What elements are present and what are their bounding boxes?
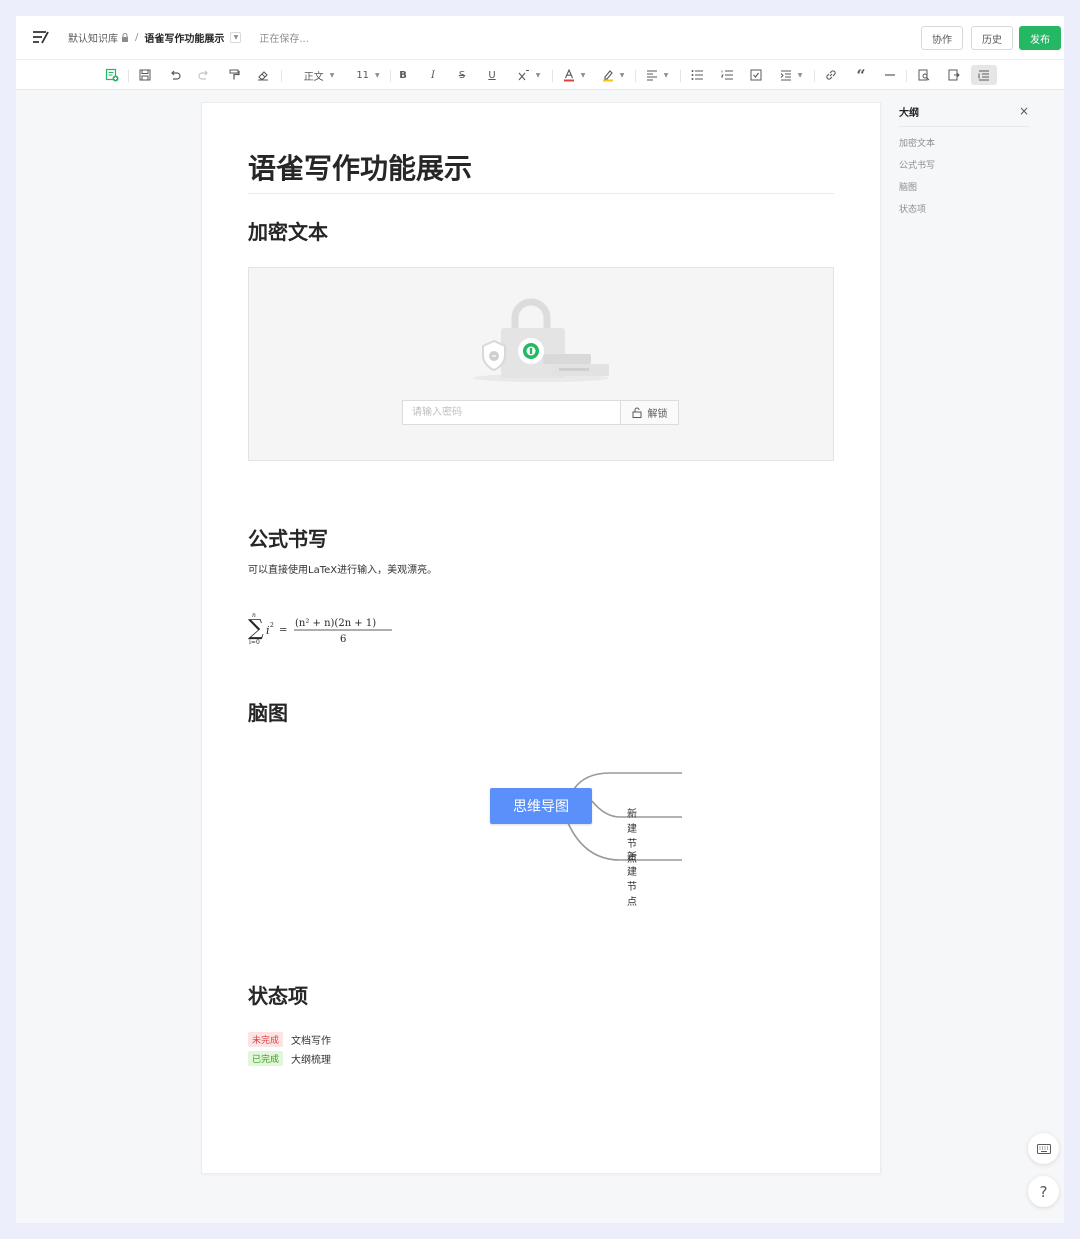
- breadcrumb-separator: /: [135, 32, 139, 43]
- underline-icon[interactable]: U: [484, 65, 500, 85]
- outline-divider: [899, 126, 1029, 127]
- chevron-down-icon: ▼: [375, 71, 380, 79]
- save-status: 正在保存...: [259, 34, 309, 45]
- unlock-icon: [632, 407, 641, 418]
- svg-text:6: 6: [340, 634, 346, 645]
- document-title[interactable]: 语雀写作功能展示: [248, 147, 472, 187]
- status-badge[interactable]: 未完成: [248, 1032, 284, 1047]
- breadcrumb: 默认知识库 / 语雀写作功能展示 ▼ 正在保存...: [68, 30, 309, 45]
- doc-menu-chevron-down-icon[interactable]: ▼: [230, 32, 242, 43]
- editor-toolbar: 正文 ▼ 11 ▼ B I S U ▼ ▼ ▼ ▼ ▼ “: [16, 59, 1064, 90]
- paragraph-style-select[interactable]: 正文 ▼: [297, 65, 341, 85]
- divider-icon[interactable]: [882, 65, 898, 85]
- menu-logo-icon[interactable]: [32, 29, 50, 45]
- chevron-down-icon: ▼: [580, 71, 586, 79]
- top-header: 默认知识库 / 语雀写作功能展示 ▼ 正在保存... 协作 历史 发布: [16, 16, 1064, 59]
- svg-text:i: i: [266, 624, 270, 637]
- collab-button[interactable]: 协作: [921, 26, 963, 50]
- status-badge[interactable]: 已完成: [248, 1051, 284, 1066]
- ordered-list-icon[interactable]: [719, 65, 735, 85]
- export-icon[interactable]: [946, 65, 962, 85]
- svg-text:∑: ∑: [248, 616, 264, 641]
- heading-encrypt[interactable]: 加密文本: [248, 216, 328, 245]
- chevron-down-icon: ▼: [535, 71, 541, 79]
- link-icon[interactable]: [823, 65, 839, 85]
- font-color-icon[interactable]: ▼: [559, 65, 589, 85]
- app-frame: 默认知识库 / 语雀写作功能展示 ▼ 正在保存... 协作 历史 发布 正文 ▼…: [16, 16, 1064, 1223]
- outline-panel: 大纲 × 加密文本 公式书写 脑图 状态项: [899, 102, 1029, 215]
- align-icon[interactable]: ▼: [642, 65, 672, 85]
- unlock-button[interactable]: 解锁: [620, 400, 679, 425]
- chevron-down-icon: ▼: [797, 71, 803, 79]
- breadcrumb-doc-title[interactable]: 语雀写作功能展示: [144, 30, 224, 45]
- bullet-list-icon[interactable]: [689, 65, 705, 85]
- font-size-select[interactable]: 11 ▼: [354, 65, 382, 85]
- outline-item[interactable]: 公式书写: [899, 158, 1029, 171]
- font-size-label: 11: [356, 69, 370, 81]
- outline-item[interactable]: 状态项: [899, 202, 1029, 215]
- undo-icon[interactable]: [167, 65, 183, 85]
- bold-icon[interactable]: B: [395, 65, 411, 85]
- encrypted-lock-illustration-icon: [473, 298, 609, 382]
- superscript-icon[interactable]: ▼: [513, 65, 545, 85]
- svg-text:i=0: i=0: [249, 639, 260, 646]
- unlock-button-label: 解锁: [647, 409, 668, 420]
- chevron-down-icon: ▼: [329, 71, 335, 79]
- chevron-down-icon: ▼: [619, 71, 625, 79]
- breadcrumb-repo[interactable]: 默认知识库: [68, 30, 118, 45]
- status-item[interactable]: 未完成 文档写作: [248, 1032, 331, 1047]
- svg-text:2: 2: [270, 622, 274, 629]
- outline-item[interactable]: 加密文本: [899, 136, 1029, 149]
- status-item[interactable]: 已完成 大纲梳理: [248, 1051, 331, 1066]
- publish-button[interactable]: 发布: [1019, 26, 1061, 50]
- help-icon[interactable]: ?: [1028, 1176, 1059, 1207]
- indent-icon[interactable]: ▼: [776, 65, 806, 85]
- task-list-icon[interactable]: [748, 65, 764, 85]
- mindmap-root-node[interactable]: 思维导图: [490, 788, 592, 824]
- title-divider: [248, 193, 834, 194]
- close-icon[interactable]: ×: [1019, 104, 1029, 118]
- heading-mindmap[interactable]: 脑图: [248, 697, 288, 726]
- encrypted-block: 请输入密码 解锁: [248, 267, 834, 461]
- quote-icon[interactable]: “: [853, 65, 869, 85]
- outline-header: 大纲 ×: [899, 102, 1029, 120]
- status-text: 文档写作: [291, 1036, 332, 1047]
- chevron-down-icon: ▼: [663, 71, 669, 79]
- save-icon[interactable]: [137, 65, 153, 85]
- outline-item[interactable]: 脑图: [899, 180, 1029, 193]
- clear-format-icon[interactable]: [255, 65, 271, 85]
- paragraph-style-label: 正文: [303, 71, 324, 83]
- heading-formula[interactable]: 公式书写: [248, 523, 328, 552]
- history-button[interactable]: 历史: [971, 26, 1013, 50]
- document-page[interactable]: 语雀写作功能展示 加密文本 请输入密码 解锁 公式书写 可以直接使用LaTeX进…: [201, 102, 881, 1174]
- italic-icon[interactable]: I: [425, 65, 441, 85]
- strikethrough-icon[interactable]: S: [454, 65, 470, 85]
- svg-text:=: =: [279, 625, 287, 636]
- keyboard-shortcuts-icon[interactable]: [1028, 1133, 1059, 1164]
- mindmap-node[interactable]: 新建节点: [627, 848, 637, 908]
- format-painter-icon[interactable]: [226, 65, 242, 85]
- svg-text:(n² + n)(2n + 1): (n² + n)(2n + 1): [295, 618, 376, 629]
- heading-status[interactable]: 状态项: [248, 980, 308, 1009]
- password-input[interactable]: 请输入密码: [402, 400, 620, 425]
- insert-doc-icon[interactable]: [104, 65, 120, 85]
- status-text: 大纲梳理: [291, 1055, 332, 1066]
- latex-formula[interactable]: n ∑ i=0 i 2 = (n² + n)(2n + 1) 6: [248, 612, 398, 655]
- outline-toggle-icon[interactable]: [971, 65, 997, 85]
- formula-description[interactable]: 可以直接使用LaTeX进行输入，美观漂亮。: [248, 561, 437, 576]
- highlight-color-icon[interactable]: ▼: [598, 65, 628, 85]
- outline-title: 大纲: [899, 107, 919, 119]
- redo-icon[interactable]: [196, 65, 212, 85]
- find-icon[interactable]: [916, 65, 932, 85]
- lock-icon: [122, 33, 128, 42]
